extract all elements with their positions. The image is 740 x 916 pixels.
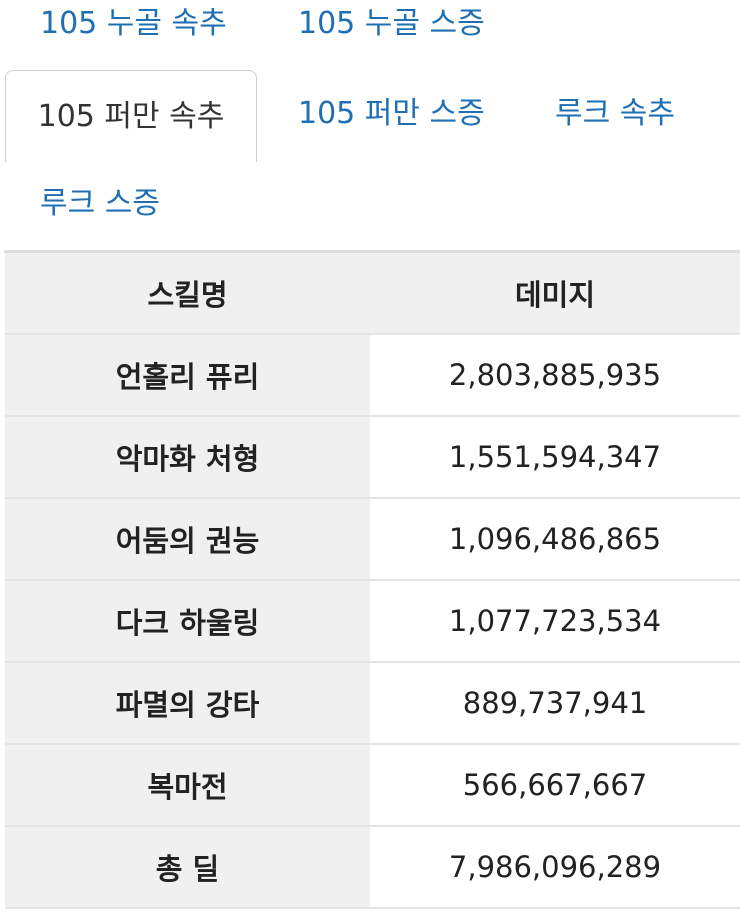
damage-value: 1,096,486,865: [370, 498, 740, 581]
table-row: 언홀리 퓨리 2,803,885,935: [5, 334, 740, 417]
damage-value: 1,551,594,347: [370, 416, 740, 499]
skill-name: 다크 하울링: [5, 580, 370, 663]
table-row: 파멸의 강타 889,737,941: [5, 662, 740, 745]
tab-luke-seujeung[interactable]: 루크 스증: [40, 186, 160, 222]
table-header-row: 스킬명 데미지: [5, 253, 740, 335]
tab-105-peoman-sokchu[interactable]: 105 퍼만 속추: [5, 70, 257, 162]
skill-name: 언홀리 퓨리: [5, 334, 370, 417]
skill-name: 복마전: [5, 744, 370, 827]
table-row: 어둠의 권능 1,096,486,865: [5, 498, 740, 581]
damage-value: 566,667,667: [370, 744, 740, 827]
table-row: 복마전 566,667,667: [5, 744, 740, 827]
damage-value: 1,077,723,534: [370, 580, 740, 663]
total-label: 총 딜: [5, 826, 370, 909]
tab-105-peoman-seujeung[interactable]: 105 퍼만 스증: [298, 96, 485, 132]
damage-table: 스킬명 데미지 언홀리 퓨리 2,803,885,935 악마화 처형 1,55…: [5, 253, 740, 909]
skill-name: 악마화 처형: [5, 416, 370, 499]
tab-105-nugol-sokchu[interactable]: 105 누골 속추: [40, 6, 227, 42]
damage-value: 2,803,885,935: [370, 334, 740, 417]
damage-value: 889,737,941: [370, 662, 740, 745]
tab-105-nugol-seujeung[interactable]: 105 누골 스증: [298, 6, 485, 42]
build-tabs: 105 누골 속추 105 누골 스증 105 퍼만 속추 105 퍼만 스증 …: [0, 0, 740, 250]
total-damage-value: 7,986,096,289: [370, 826, 740, 909]
column-header-damage: 데미지: [370, 253, 740, 335]
table-row-total: 총 딜 7,986,096,289: [5, 826, 740, 909]
table-row: 악마화 처형 1,551,594,347: [5, 416, 740, 499]
skill-name: 파멸의 강타: [5, 662, 370, 745]
column-header-skill: 스킬명: [5, 253, 370, 335]
skill-name: 어둠의 권능: [5, 498, 370, 581]
tab-luke-sokchu[interactable]: 루크 속추: [555, 96, 675, 132]
table-row: 다크 하울링 1,077,723,534: [5, 580, 740, 663]
